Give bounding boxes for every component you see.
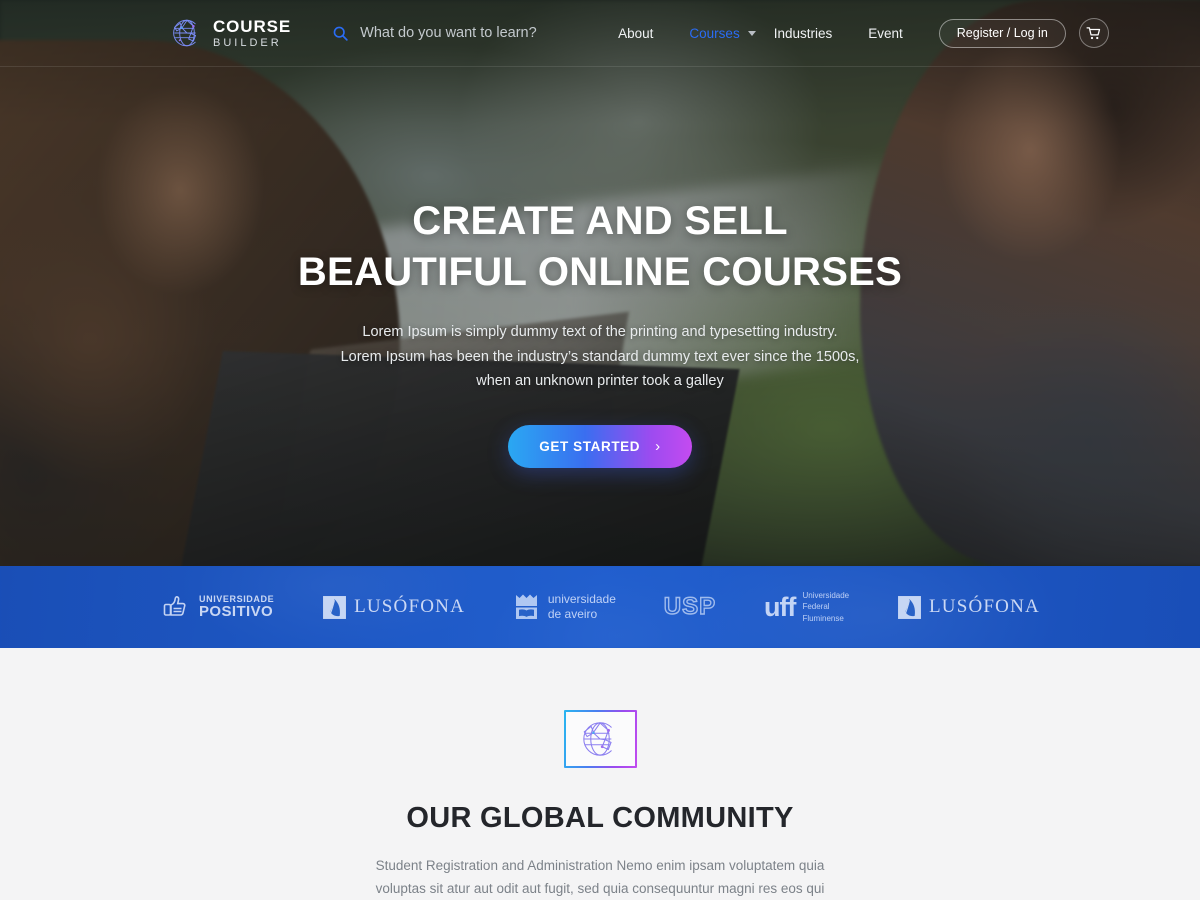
- partner-logo-line1: universidade: [547, 592, 616, 606]
- landing-page: COURSE BUILDER About Courses: [0, 0, 1200, 900]
- partner-logo-line3: Fluminense: [802, 613, 844, 623]
- aveiro-crown-book-icon: [515, 594, 537, 619]
- partner-logo-text: uff: [763, 591, 797, 622]
- nav-item-event[interactable]: Event: [850, 26, 921, 41]
- partner-logo-universidade-positivo: UNIVERSIDADE POSITIVO: [160, 591, 274, 623]
- register-login-button[interactable]: Register / Log in: [938, 18, 1066, 48]
- hero-subtitle-line1: Lorem Ipsum is simply dummy text of the …: [362, 323, 838, 340]
- community-body: Student Registration and Administration …: [366, 854, 834, 900]
- partner-logo-line2: POSITIVO: [199, 602, 274, 620]
- partner-logo-universidade-de-aveiro: universidade de aveiro: [513, 592, 616, 622]
- hero-title-line2: BEAUTIFUL ONLINE COURSES: [297, 249, 903, 294]
- hero-subtitle: Lorem Ipsum is simply dummy text of the …: [341, 320, 860, 395]
- thumbs-up-icon: [163, 596, 186, 616]
- shopping-cart-icon: [1086, 26, 1101, 39]
- partner-logo-usp: USP: [663, 592, 717, 621]
- get-started-label: GET STARTED: [539, 439, 641, 455]
- hero-subtitle-line3: when an unknown printer took a galley: [476, 373, 724, 390]
- partner-logo-line1: Universidade: [802, 590, 850, 600]
- partner-logo-uff: uff Universidade Federal Fluminense: [764, 590, 849, 625]
- hero-section: COURSE BUILDER About Courses: [0, 0, 1200, 566]
- brand-logo[interactable]: COURSE BUILDER: [170, 16, 291, 50]
- nav-item-courses[interactable]: Courses: [671, 26, 757, 41]
- community-logo-frame: [563, 710, 637, 768]
- nav-item-industries[interactable]: Industries: [756, 26, 851, 41]
- nav-link-event[interactable]: Event: [850, 26, 921, 41]
- site-header: COURSE BUILDER About Courses: [0, 0, 1200, 67]
- partner-logo-lusofona: LUSÓFONA: [322, 595, 465, 620]
- partner-logo-band: UNIVERSIDADE POSITIVO LUSÓFONA universid…: [0, 566, 1200, 648]
- hero-subtitle-line2: Lorem Ipsum has been the industry’s stan…: [340, 348, 860, 365]
- globe-c-logo-icon: [583, 722, 612, 756]
- partner-logo-text: LUSÓFONA: [354, 596, 466, 617]
- nav-link-about[interactable]: About: [600, 26, 671, 41]
- brand-name-bottom: BUILDER: [213, 36, 282, 49]
- global-community-section: OUR GLOBAL COMMUNITY Student Registratio…: [0, 648, 1200, 900]
- nav-link-courses[interactable]: Courses: [671, 26, 757, 41]
- partner-logo-text: LUSÓFONA: [928, 596, 1040, 617]
- cart-button[interactable]: [1078, 18, 1109, 48]
- search-input[interactable]: [360, 25, 601, 41]
- globe-c-logo-icon: [173, 19, 197, 47]
- community-title: OUR GLOBAL COMMUNITY: [406, 802, 794, 834]
- hero-content: CREATE AND SELL BEAUTIFUL ONLINE COURSES…: [0, 0, 1200, 566]
- hero-title: CREATE AND SELL BEAUTIFUL ONLINE COURSES: [298, 196, 902, 298]
- brand-name-top: COURSE: [213, 16, 292, 36]
- chevron-right-icon: ›: [655, 438, 661, 456]
- lusofona-crest-icon: [323, 595, 347, 619]
- nav-link-industries[interactable]: Industries: [756, 26, 851, 41]
- main-navigation: About Courses Industries Event Register …: [600, 18, 1109, 48]
- search-area: [332, 25, 601, 42]
- partner-logo-line2: Federal: [802, 602, 830, 612]
- chevron-down-icon[interactable]: [747, 30, 756, 36]
- partner-logo-lusofona-2: LUSÓFONA: [897, 595, 1040, 620]
- hero-title-line1: CREATE AND SELL: [412, 199, 788, 243]
- partner-logo-line2: de aveiro: [547, 607, 598, 621]
- lusofona-crest-icon: [898, 595, 921, 619]
- partner-logo-text: USP: [663, 592, 717, 620]
- nav-item-about[interactable]: About: [600, 26, 671, 41]
- get-started-button[interactable]: GET STARTED ›: [508, 425, 692, 469]
- community-body-line2: odit aut fugit, sed quia consequuntur ma…: [496, 881, 825, 897]
- search-icon[interactable]: [332, 25, 349, 42]
